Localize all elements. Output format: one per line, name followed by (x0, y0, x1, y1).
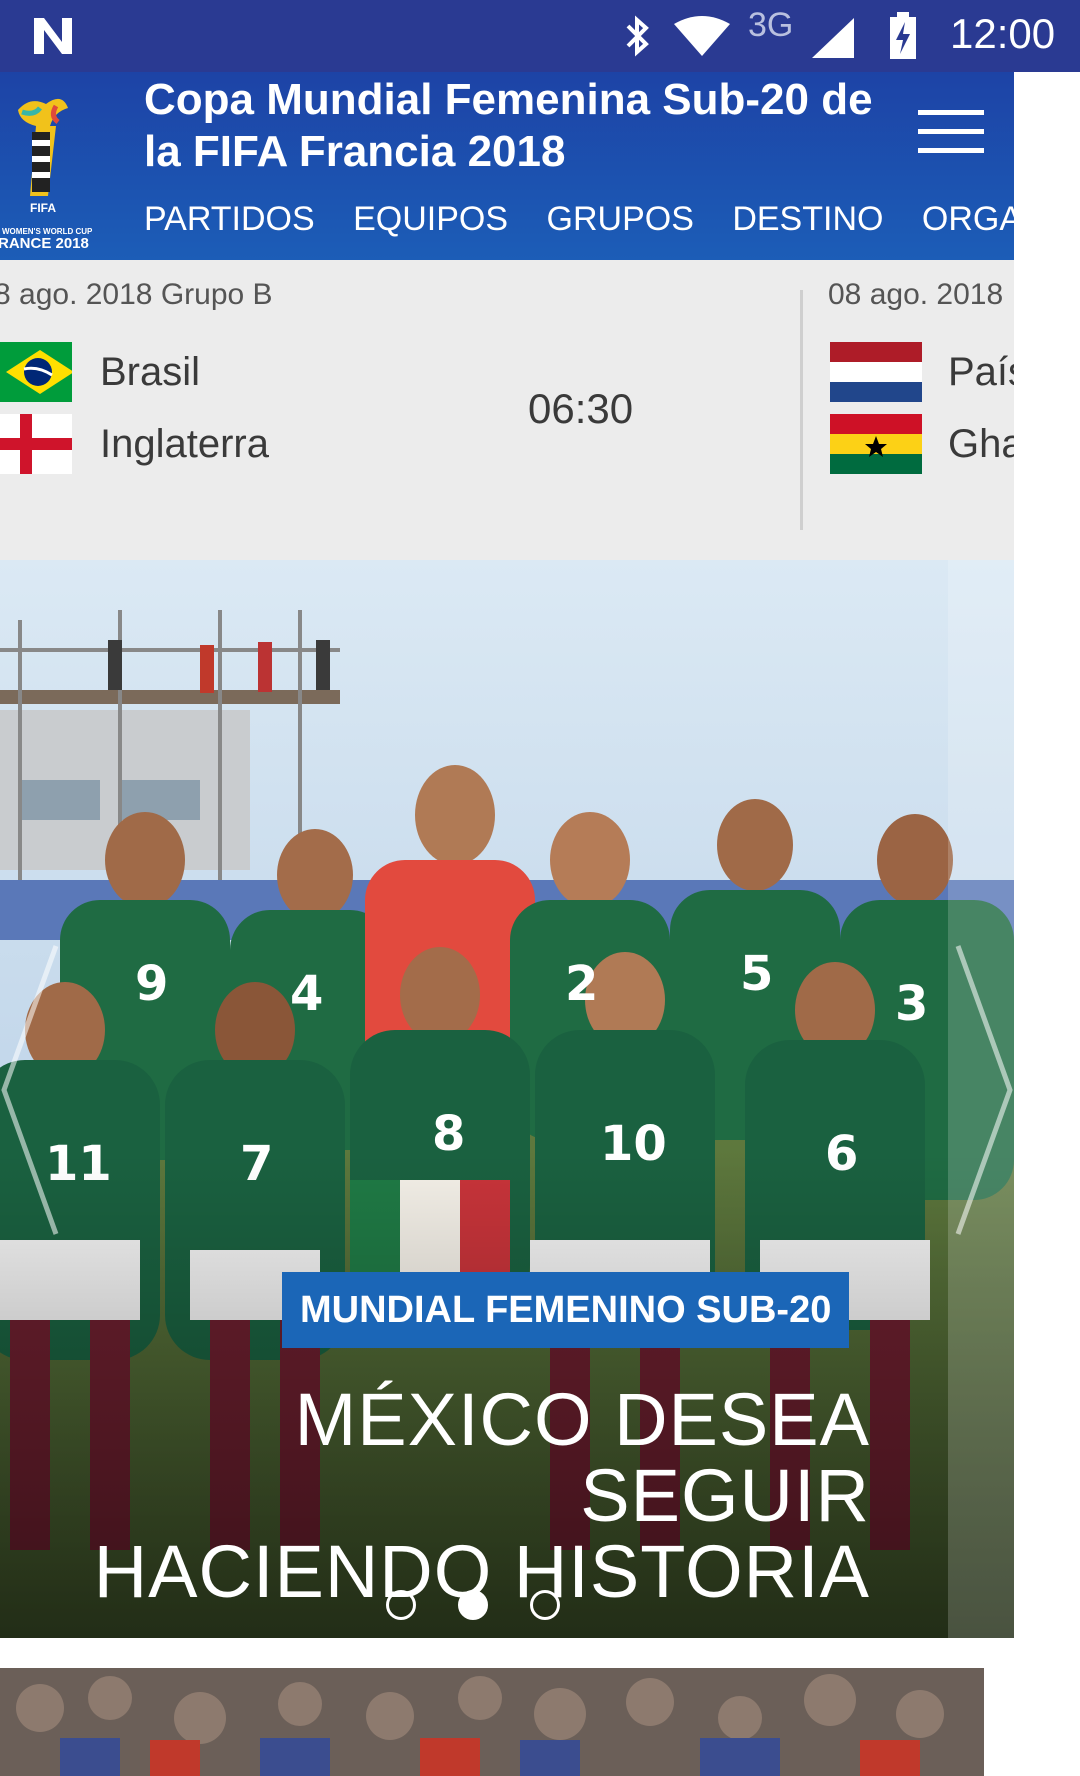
logo-fifa-text: FIFA (30, 201, 56, 215)
carousel-dot-2[interactable] (458, 1590, 488, 1620)
hamburger-icon (918, 110, 984, 115)
network-type-label: 3G (748, 6, 794, 44)
news-hero-carousel[interactable]: 9 4 5 3 2 11 7 8 10 6 MUNDIAL FEMENINO S… (0, 560, 1014, 1638)
carousel-dot-3[interactable] (530, 1590, 560, 1620)
wifi-icon (674, 16, 730, 56)
headline-line1: MÉXICO DESEA SEGUIR (294, 1378, 870, 1537)
carousel-next-arrow-icon[interactable] (954, 940, 1014, 1240)
status-bar: 3G 12:00 (0, 0, 1080, 72)
news-card[interactable] (0, 1668, 984, 1776)
nav-tabs: PARTIDOS EQUIPOS GRUPOS DESTINO ORGANIZA (144, 200, 1014, 250)
tournament-logo[interactable]: FIFA WOMEN'S WORLD CUP RANCE 2018 (0, 86, 110, 256)
matches-carousel[interactable]: 8 ago. 2018 Grupo B Brasil Inglaterra 06… (0, 260, 1014, 560)
tab-partidos[interactable]: PARTIDOS (144, 200, 315, 239)
match-divider (800, 290, 803, 530)
signal-icon (812, 18, 854, 58)
match-date: 08 ago. 2018 (828, 278, 1004, 311)
tab-destino[interactable]: DESTINO (732, 200, 883, 239)
carousel-prev-arrow-icon[interactable] (0, 940, 60, 1240)
match-kickoff-time: 06:30 (528, 385, 634, 432)
page-title-line1: Copa Mundial Femenina Sub-20 de (144, 75, 873, 124)
flag-england-icon (0, 414, 72, 474)
headline[interactable]: MÉXICO DESEA SEGUIR HACIENDO HISTORIA (50, 1382, 870, 1610)
match-date: 8 ago. 2018 Grupo B (0, 278, 273, 311)
hamburger-icon-bar (918, 148, 984, 153)
carousel-dot-1[interactable] (386, 1590, 416, 1620)
team-name-away: Gha (948, 422, 1014, 466)
tab-grupos[interactable]: GRUPOS (547, 200, 694, 239)
tab-organiza[interactable]: ORGANIZA (922, 200, 1014, 239)
clock: 12:00 (950, 10, 1056, 57)
category-badge[interactable]: MUNDIAL FEMENINO SUB-20 (282, 1272, 850, 1348)
tab-equipos[interactable]: EQUIPOS (353, 200, 508, 239)
flag-ghana-icon (830, 414, 922, 474)
notification-n-icon (34, 18, 72, 54)
team-name-home: Brasil (100, 350, 201, 394)
flag-netherlands-icon (830, 342, 922, 402)
carousel-pagination (386, 1590, 566, 1626)
battery-icon (890, 12, 916, 59)
page-title-line2: la FIFA Francia 2018 (144, 127, 566, 176)
logo-caption-line2: RANCE 2018 (0, 235, 89, 252)
news-card-photo (0, 1668, 984, 1776)
team-name-away: Inglaterra (100, 422, 269, 466)
bluetooth-icon (626, 15, 649, 57)
hamburger-icon-bar (918, 129, 984, 134)
app-header: FIFA WOMEN'S WORLD CUP RANCE 2018 Copa M… (0, 72, 1014, 260)
team-name-home: País (948, 350, 1014, 394)
flag-brazil-icon (0, 342, 72, 402)
menu-button[interactable] (918, 110, 984, 156)
page-title: Copa Mundial Femenina Sub-20 de la FIFA … (144, 72, 904, 178)
